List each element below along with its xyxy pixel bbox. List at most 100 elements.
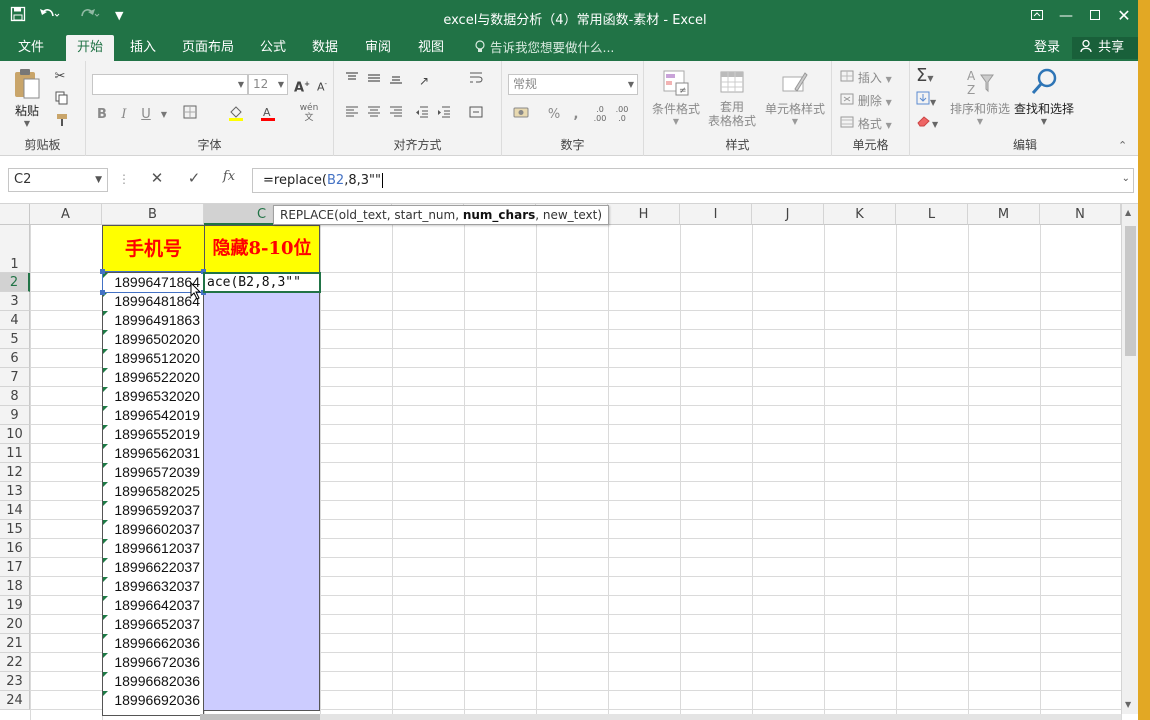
scroll-up-icon[interactable]: ▲ [1125,208,1131,217]
accounting-format-icon[interactable] [510,105,536,125]
underline-dropdown-icon[interactable]: ▼ [154,105,174,125]
underline-button[interactable]: U [136,105,156,125]
phone-cell[interactable]: 18996612037 [102,539,204,559]
masked-phone-cell[interactable] [204,596,320,616]
cell-styles-button[interactable]: 单元格样式 ▼ [762,69,828,126]
grow-font-icon[interactable]: A+ [292,74,312,95]
row-header[interactable]: 7 [0,368,30,387]
masked-phone-cell[interactable] [204,691,320,711]
phone-cell[interactable]: 18996592037 [102,501,204,521]
row-header[interactable]: 9 [0,406,30,425]
cell-b1-header[interactable]: 手机号 [102,225,205,273]
phone-cell[interactable]: 18996481864 [102,292,204,312]
masked-phone-cell[interactable] [204,482,320,502]
masked-phone-cell[interactable] [204,558,320,578]
column-header-b[interactable]: B [102,204,204,225]
decrease-decimal-icon[interactable]: .00.0 [612,105,632,125]
formula-input[interactable]: =replace(B2,8,3"" [252,168,1134,193]
italic-button[interactable]: I [114,105,134,125]
masked-phone-cell[interactable] [204,368,320,388]
format-as-table-button[interactable]: 套用 表格格式 [702,69,762,128]
fill-color-icon[interactable] [226,105,246,125]
column-header-m[interactable]: M [968,204,1040,225]
masked-phone-cell[interactable] [204,653,320,673]
masked-phone-cell[interactable] [204,501,320,521]
masked-phone-cell[interactable] [204,634,320,654]
name-box[interactable]: C2 ▼ [8,168,108,192]
phone-cell[interactable]: 18996562031 [102,444,204,464]
phone-cell[interactable]: 18996602037 [102,520,204,540]
masked-phone-cell[interactable] [204,672,320,692]
tab-data[interactable]: 数据 [304,35,346,61]
confirm-entry-icon[interactable]: ✓ [183,169,205,187]
phone-cell[interactable]: 18996552019 [102,425,204,445]
masked-phone-cell[interactable] [204,406,320,426]
cell-c1-header[interactable]: 隐藏8-10位 [204,225,320,273]
chevron-down-icon[interactable]: ▼ [95,169,102,191]
autosum-icon[interactable]: Σ▼ [916,65,934,86]
masked-phone-cell[interactable] [204,463,320,483]
phone-cell[interactable]: 18996582025 [102,482,204,502]
masked-phone-cell[interactable] [204,311,320,331]
masked-phone-cell[interactable] [204,330,320,350]
row-header[interactable]: 18 [0,577,30,596]
row-header[interactable]: 8 [0,387,30,406]
minimize-icon[interactable]: — [1053,4,1079,28]
vertical-scroll-thumb[interactable] [1125,226,1136,356]
font-name-combo[interactable]: ▼ [92,74,248,95]
masked-phone-cell[interactable] [204,520,320,540]
middle-align-icon[interactable] [364,71,384,91]
decrease-indent-icon[interactable] [412,105,432,125]
share-button[interactable]: 共享 [1072,37,1138,59]
row-header[interactable]: 21 [0,634,30,653]
phone-cell[interactable]: 18996642037 [102,596,204,616]
row-header[interactable]: 17 [0,558,30,577]
vertical-scrollbar[interactable]: ▲ ▼ [1121,204,1138,714]
phonetic-icon[interactable]: wén 文 [296,103,322,123]
phone-cell[interactable]: 18996662036 [102,634,204,654]
column-header-k[interactable]: K [824,204,896,225]
tab-file[interactable]: 文件 [10,35,52,61]
row-header[interactable]: 1 [0,225,30,273]
paste-dropdown-icon[interactable]: ▼ [8,119,46,128]
horizontal-scrollbar[interactable] [200,714,1121,720]
masked-phone-cell[interactable] [204,349,320,369]
phone-cell[interactable]: 18996512020 [102,349,204,369]
tab-page-layout[interactable]: 页面布局 [176,35,240,61]
merge-center-icon[interactable] [466,105,486,125]
row-header[interactable]: 13 [0,482,30,501]
increase-indent-icon[interactable] [434,105,454,125]
phone-cell[interactable]: 18996491863 [102,311,204,331]
phone-cell-partial[interactable] [102,710,204,716]
conditional-formatting-button[interactable]: ≠ 条件格式 ▼ [648,69,704,126]
worksheet-grid[interactable]: A B C H I J K L M N 1 2 3 4 5 6 7 8 9 10 11 12 13 14 1… [0,204,1150,720]
row-header[interactable]: 11 [0,444,30,463]
phone-cell[interactable]: 18996502020 [102,330,204,350]
tab-formulas[interactable]: 公式 [252,35,294,61]
row-header[interactable]: 2 [0,273,30,292]
font-color-icon[interactable]: A [258,105,278,125]
format-painter-icon[interactable] [52,113,72,133]
phone-cell[interactable]: 18996572039 [102,463,204,483]
horizontal-scroll-thumb[interactable] [200,714,320,720]
increase-decimal-icon[interactable]: .0.00 [590,105,610,125]
borders-icon[interactable] [180,105,200,125]
bottom-align-icon[interactable] [386,71,406,91]
phone-cell[interactable]: 18996622037 [102,558,204,578]
paste-button[interactable]: 粘贴 ▼ [8,67,46,128]
insert-cells-button[interactable]: 插入 ▼ [840,69,892,86]
row-header[interactable]: 14 [0,501,30,520]
select-all-corner[interactable] [0,204,30,225]
top-align-icon[interactable] [342,71,362,91]
align-center-icon[interactable] [364,105,384,125]
font-size-combo[interactable]: 12 ▼ [248,74,288,95]
active-cell-c2[interactable]: ace(B2,8,3"" [203,272,321,293]
orientation-icon[interactable]: ↗ [414,71,434,91]
copy-icon[interactable] [52,91,72,111]
fill-icon[interactable]: ▼ [916,91,936,108]
row-header[interactable]: 22 [0,653,30,672]
comma-style-button[interactable]: , [566,105,586,125]
phone-cell[interactable]: 18996692036 [102,691,204,711]
masked-phone-cell[interactable] [204,577,320,597]
close-icon[interactable]: ✕ [1111,4,1137,28]
